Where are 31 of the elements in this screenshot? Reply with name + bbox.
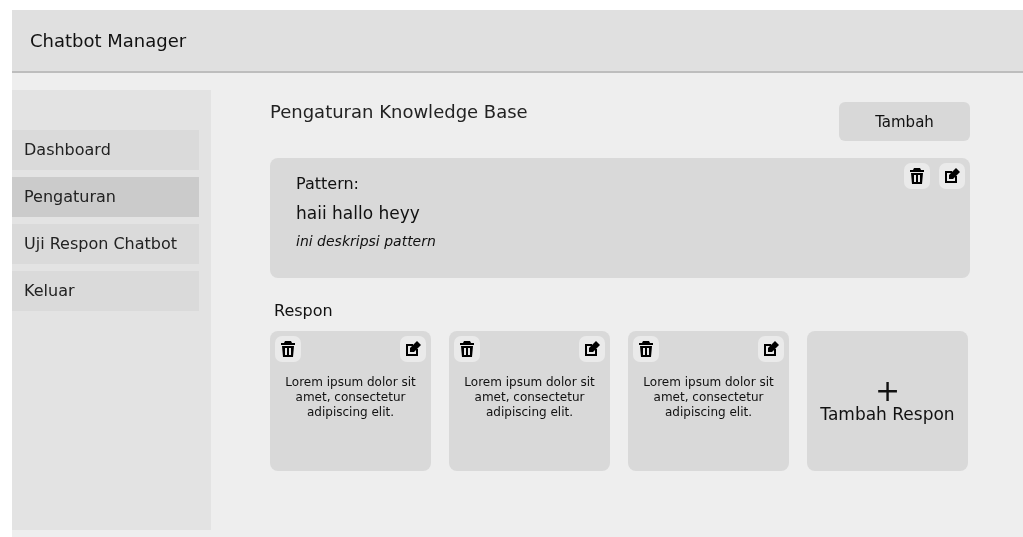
trash-icon [281, 341, 295, 357]
pattern-value: haii hallo heyy [296, 203, 420, 223]
sidebar-item[interactable]: Pengaturan [12, 177, 199, 217]
trash-icon [910, 168, 924, 184]
edit-button[interactable] [939, 163, 965, 189]
response-text: Lorem ipsum dolor sit amet, consectetur adipiscing elit. [463, 375, 596, 420]
edit-icon [405, 341, 421, 357]
response-text: Lorem ipsum dolor sit amet, consectetur adipiscing elit. [642, 375, 775, 420]
trash-icon [639, 341, 653, 357]
edit-icon [584, 341, 600, 357]
edit-button[interactable] [400, 336, 426, 362]
delete-button[interactable] [454, 336, 480, 362]
sidebar-item[interactable]: Keluar [12, 271, 199, 311]
add-button[interactable]: Tambah [839, 102, 970, 141]
sidebar-item[interactable]: Dashboard [12, 130, 199, 170]
delete-button[interactable] [633, 336, 659, 362]
trash-icon [460, 341, 474, 357]
edit-button[interactable] [758, 336, 784, 362]
section-title: Respon [274, 301, 334, 320]
edit-button[interactable] [579, 336, 605, 362]
response-text: Lorem ipsum dolor sit amet, consectetur adipiscing elit. [284, 375, 417, 420]
sidebar-item[interactable]: Uji Respon Chatbot [12, 224, 199, 264]
page-title: Pengaturan Knowledge Base [270, 101, 528, 122]
edit-icon [763, 341, 779, 357]
edit-icon [944, 168, 960, 184]
pattern-description: ini deskripsi pattern [296, 233, 436, 249]
pattern-label: Pattern: [296, 174, 359, 193]
delete-button[interactable] [904, 163, 930, 189]
add-response-button[interactable]: + Tambah Respon [807, 331, 968, 471]
delete-button[interactable] [275, 336, 301, 362]
app-title: Chatbot Manager [30, 30, 187, 51]
